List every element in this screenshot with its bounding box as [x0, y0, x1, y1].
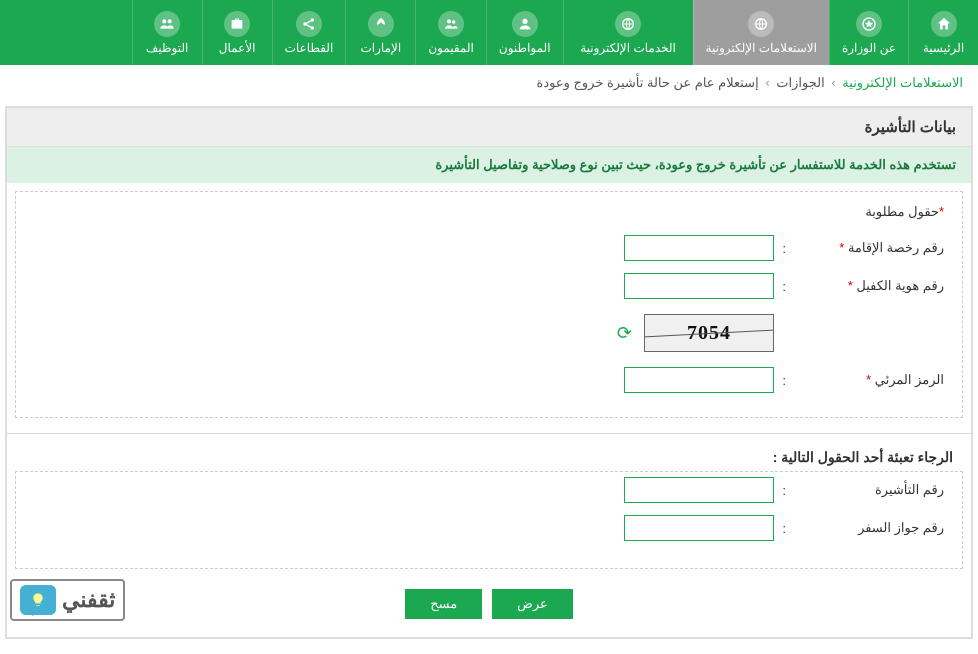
watermark-badge: ثقفني: [10, 579, 125, 621]
label-captcha: الرمز المرئي *: [794, 372, 944, 388]
top-navigation: الرئيسية عن الوزارة الاستعلامات الإلكتروني…: [0, 0, 978, 65]
clear-button[interactable]: مسح: [405, 589, 482, 619]
person-icon: [512, 11, 538, 37]
nav-label: التوظيف: [146, 41, 188, 55]
nav-item-0[interactable]: الرئيسية: [908, 0, 978, 65]
section2-title: الرجاء تعبئة أحد الحقول التالية :: [7, 434, 971, 471]
group-icon: [438, 11, 464, 37]
watermark-text: ثقفني: [62, 587, 115, 613]
nav-item-8[interactable]: الأعمال: [202, 0, 272, 65]
form-section-1: *حقول مطلوبة رقم رخصة الإقامة * : رقم هو…: [15, 191, 963, 418]
nav-item-4[interactable]: المواطنون: [486, 0, 563, 65]
panel-title: بيانات التأشيرة: [7, 108, 971, 147]
breadcrumb-sep: ›: [831, 75, 835, 90]
nav-item-2[interactable]: الاستعلامات الإلكترونية: [693, 0, 829, 65]
nav-label: الأعمال: [219, 41, 256, 55]
nav-item-1[interactable]: عن الوزارة: [829, 0, 908, 65]
leaf-icon: [368, 11, 394, 37]
nav-item-9[interactable]: التوظيف: [132, 0, 202, 65]
nav-item-3[interactable]: الخدمات الإلكترونية: [563, 0, 693, 65]
form-section-2: رقم التأشيرة : رقم جواز السفر :: [15, 471, 963, 569]
home-icon: [931, 11, 957, 37]
nav-label: المقيمون: [428, 41, 474, 55]
emblem-icon: [856, 11, 882, 37]
label-sponsor: رقم هوية الكفيل *: [794, 278, 944, 294]
label-visa-no: رقم التأشيرة: [794, 482, 944, 498]
captcha-row: 7054 ⟳: [34, 314, 944, 352]
nav-label: القطاعات: [285, 41, 334, 55]
row-sponsor: رقم هوية الكفيل * :: [34, 273, 944, 299]
label-passport: رقم جواز السفر: [794, 520, 944, 536]
nav-label: المواطنون: [499, 41, 551, 55]
input-visa-no[interactable]: [624, 477, 774, 503]
visa-panel: بيانات التأشيرة تستخدم هذه الخدمة للاستف…: [5, 106, 973, 639]
breadcrumb-mid: الجوازات: [776, 75, 824, 90]
lightbulb-icon: [20, 585, 56, 615]
required-note: *حقول مطلوبة: [34, 204, 944, 220]
nav-item-6[interactable]: الإمارات: [345, 0, 415, 65]
input-passport[interactable]: [624, 515, 774, 541]
nav-label: الإمارات: [360, 41, 401, 55]
captcha-image: 7054: [644, 314, 774, 352]
people-icon: [154, 11, 180, 37]
row-captcha: الرمز المرئي * :: [34, 367, 944, 393]
nav-label: الخدمات الإلكترونية: [580, 41, 676, 55]
breadcrumb-leaf: إستعلام عام عن حالة تأشيرة خروج وعودة: [537, 75, 759, 90]
input-captcha[interactable]: [624, 367, 774, 393]
globe-icon: [615, 11, 641, 37]
breadcrumb: الاستعلامات الإلكترونية › الجوازات › إست…: [0, 65, 978, 101]
input-iqama[interactable]: [624, 235, 774, 261]
submit-button[interactable]: عرض: [492, 589, 573, 619]
info-band: تستخدم هذه الخدمة للاستفسار عن تأشيرة خر…: [7, 147, 971, 183]
globe-search-icon: [748, 11, 774, 37]
button-row: عرض مسح: [7, 577, 971, 637]
nav-label: الاستعلامات الإلكترونية: [706, 41, 817, 55]
nav-label: عن الوزارة: [842, 41, 896, 55]
nav-item-5[interactable]: المقيمون: [415, 0, 486, 65]
input-sponsor[interactable]: [624, 273, 774, 299]
nav-item-7[interactable]: القطاعات: [272, 0, 346, 65]
refresh-captcha-icon[interactable]: ⟳: [617, 323, 632, 344]
nav-label: الرئيسية: [923, 41, 964, 55]
row-iqama: رقم رخصة الإقامة * :: [34, 235, 944, 261]
row-visa-no: رقم التأشيرة :: [34, 477, 944, 503]
share-icon: [296, 11, 322, 37]
briefcase-icon: [224, 11, 250, 37]
breadcrumb-sep: ›: [765, 75, 769, 90]
label-iqama: رقم رخصة الإقامة *: [794, 240, 944, 256]
row-passport: رقم جواز السفر :: [34, 515, 944, 541]
breadcrumb-root[interactable]: الاستعلامات الإلكترونية: [842, 75, 963, 90]
